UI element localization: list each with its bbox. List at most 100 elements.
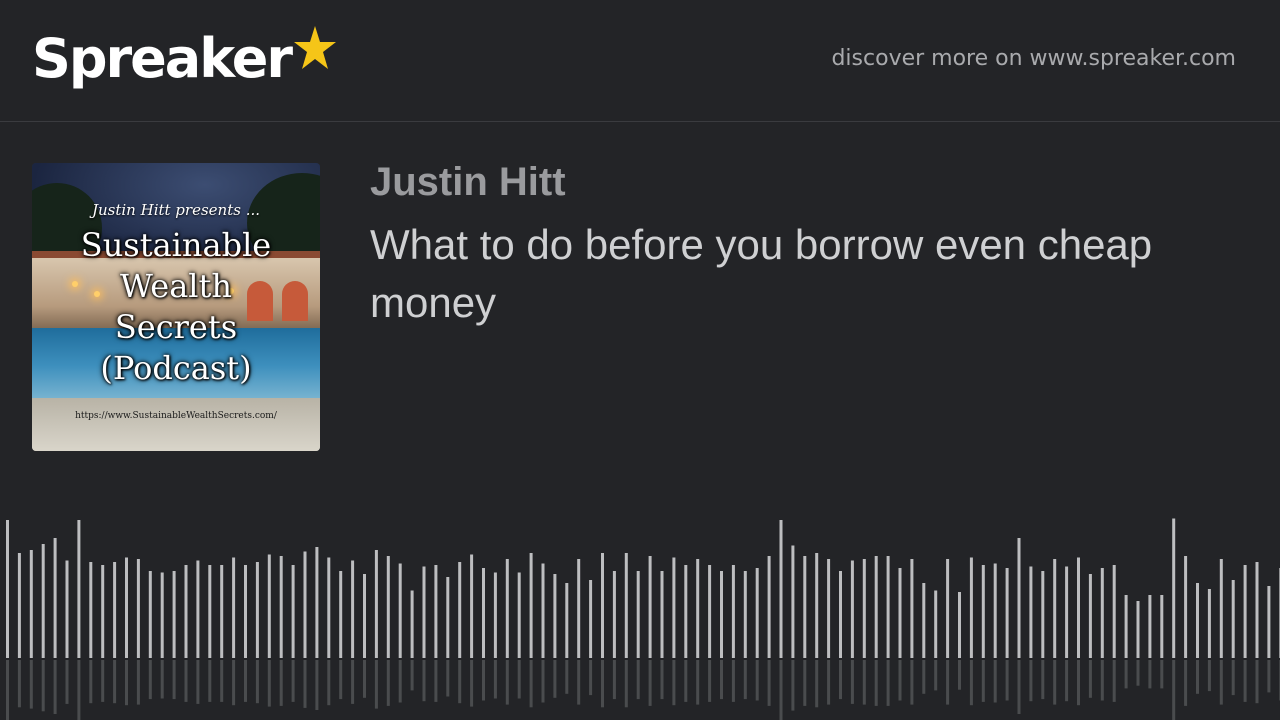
waveform-bar <box>839 571 842 658</box>
waveform-bar-reflection <box>672 660 676 706</box>
waveform-bar <box>505 559 509 658</box>
waveform-bar <box>315 547 319 658</box>
waveform-bar <box>779 520 783 658</box>
waveform-bar <box>886 556 890 658</box>
waveform-bar <box>255 562 259 658</box>
waveform-bar-reflection <box>1219 660 1223 705</box>
waveform-bar-reflection <box>113 660 117 704</box>
waveform-bar-reflection <box>458 660 462 704</box>
waveform-bar-reflection <box>148 660 152 700</box>
cover-presents-text: Justin Hitt presents ... <box>91 201 260 219</box>
waveform-bar-reflection <box>553 660 557 698</box>
episode-author[interactable]: Justin Hitt <box>370 160 566 205</box>
waveform-bar-reflection <box>874 660 878 706</box>
waveform-bar-reflection <box>529 660 533 708</box>
waveform-bar-reflection <box>946 660 950 705</box>
waveform-bar-reflection <box>981 660 985 702</box>
waveform-bar-reflection <box>65 660 69 704</box>
waveform-bar <box>493 572 497 658</box>
waveform-bar <box>648 556 652 658</box>
spreaker-logo[interactable]: Spreaker <box>32 26 337 98</box>
star-icon <box>293 26 336 69</box>
waveform-bar <box>672 557 676 658</box>
waveform-bar-reflection <box>624 660 628 708</box>
waveform-bar-reflection <box>255 660 259 704</box>
waveform-bar-reflection <box>577 660 581 705</box>
waveform-bar-reflection <box>708 660 712 702</box>
waveform-bar <box>934 590 938 658</box>
waveform-bar-reflection <box>184 660 188 702</box>
waveform-bar-reflection <box>839 660 842 700</box>
waveform-bar <box>1184 556 1188 658</box>
header-bar: Spreaker discover more on www.spreaker.c… <box>0 0 1280 122</box>
waveform-bar-reflection <box>505 660 509 705</box>
waveform-bar <box>1112 565 1116 658</box>
waveform-bar-reflection <box>815 660 819 708</box>
waveform-bar-reflection <box>386 660 390 706</box>
waveform-bar <box>1088 574 1092 658</box>
waveform-bar-reflection <box>196 660 200 704</box>
waveform-bar <box>553 574 557 658</box>
waveform-bar-reflection <box>77 660 81 720</box>
waveform-bar <box>1029 566 1033 658</box>
waveform-bar-reflection <box>934 660 938 691</box>
waveform-bar <box>850 560 854 658</box>
waveform-bar-reflection <box>684 660 688 702</box>
waveform-bar <box>708 565 712 658</box>
waveform-bar-reflection <box>779 660 783 720</box>
audio-waveform[interactable] <box>0 500 1280 720</box>
waveform-bar-reflection <box>720 660 723 700</box>
waveform-bar-reflection <box>755 660 759 701</box>
waveform-bar-reflection <box>1029 660 1033 702</box>
waveform-bar-reflection <box>886 660 890 706</box>
waveform-bar-reflection <box>696 660 700 705</box>
waveform-bar <box>458 562 462 658</box>
waveform-bar <box>267 554 271 658</box>
cover-title: Sustainable Wealth Secrets (Podcast) <box>32 225 320 389</box>
waveform-bar-reflection <box>279 660 283 706</box>
waveform-bar-reflection <box>636 660 640 700</box>
waveform-bar <box>815 553 819 658</box>
waveform-bar-reflection <box>743 660 747 700</box>
waveform-bar <box>1231 580 1235 658</box>
waveform-bar-reflection <box>660 660 664 700</box>
waveform-bar-reflection <box>1148 660 1152 689</box>
waveform-bar-reflection <box>29 660 33 709</box>
waveform-bar-reflection <box>898 660 902 701</box>
waveform-bar <box>291 565 295 658</box>
cover-title-line: Sustainable <box>80 226 272 264</box>
waveform-bar-reflection <box>803 660 807 706</box>
waveform-bar <box>101 565 105 658</box>
waveform-bar-reflection <box>731 660 735 702</box>
waveform-svg[interactable] <box>0 500 1280 720</box>
waveform-bar <box>696 559 700 658</box>
waveform-bar-reflection <box>767 660 771 706</box>
discover-more-link[interactable]: discover more on www.spreaker.com <box>831 46 1236 71</box>
waveform-bar <box>89 562 93 658</box>
waveform-bar-reflection <box>791 660 795 711</box>
waveform-bar <box>113 562 117 658</box>
waveform-bar <box>398 563 402 658</box>
waveform-bar-reflection <box>434 660 438 702</box>
waveform-bar-reflection <box>1041 660 1045 700</box>
waveform-bar <box>1065 566 1069 658</box>
waveform-bar-reflection <box>1160 660 1164 689</box>
waveform-bar-reflection <box>1207 660 1211 692</box>
waveform-bar-reflection <box>303 660 307 708</box>
waveform-bar <box>1124 595 1128 658</box>
waveform-bar <box>6 520 9 658</box>
waveform-bar <box>1148 595 1152 658</box>
waveform-bar-reflection <box>89 660 93 704</box>
waveform-bar-reflection <box>339 660 343 700</box>
waveform-bar <box>958 592 961 658</box>
waveform-bar-reflection <box>327 660 331 706</box>
waveform-bar-reflection <box>565 660 569 694</box>
waveform-bar-reflection <box>1136 660 1140 686</box>
waveform-bar <box>1196 583 1199 658</box>
waveform-bar <box>1136 601 1140 658</box>
waveform-bar <box>363 574 366 658</box>
waveform-bar <box>208 565 212 658</box>
waveform-bar <box>898 568 902 658</box>
waveform-bar-reflection <box>958 660 961 690</box>
waveform-bar-reflection <box>1231 660 1235 696</box>
